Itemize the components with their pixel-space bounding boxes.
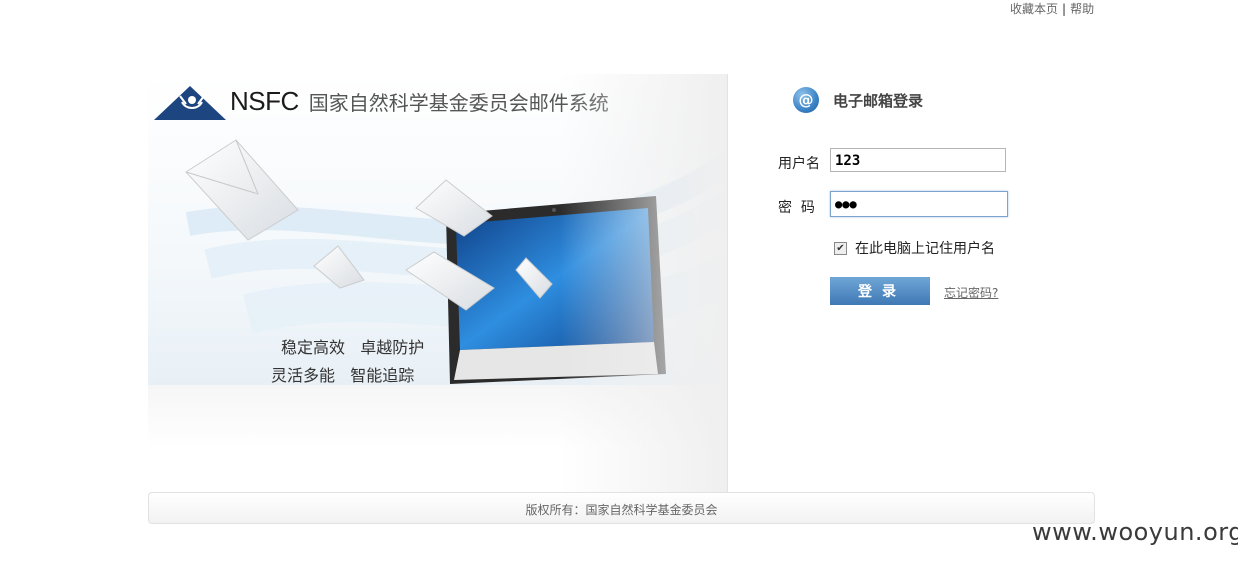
help-link[interactable]: 帮助 xyxy=(1070,2,1094,16)
nsfc-logo: NSFC 国家自然科学基金委员会邮件系统 xyxy=(154,82,609,120)
password-label: 密 码 xyxy=(778,200,815,216)
top-links: 收藏本页 | 帮助 xyxy=(1010,0,1094,17)
remember-row[interactable]: ✔ 在此电脑上记住用户名 xyxy=(834,238,995,258)
banner-fade xyxy=(560,74,728,492)
login-header: @ 电子邮箱登录 xyxy=(793,87,923,113)
nsfc-emblem-icon xyxy=(154,86,226,120)
vertical-divider xyxy=(727,74,728,492)
remember-label: 在此电脑上记住用户名 xyxy=(855,241,995,257)
footer: 版权所有：国家自然科学基金委员会 xyxy=(148,492,1095,524)
logo-text: NSFC xyxy=(230,85,299,116)
login-button[interactable]: 登录 xyxy=(830,277,930,305)
username-label: 用户名 xyxy=(778,156,820,172)
slogan-line-1: 稳定高效 卓越防护 xyxy=(281,338,425,357)
password-input[interactable]: ●●● xyxy=(830,191,1008,217)
remember-checkbox[interactable]: ✔ xyxy=(834,241,847,255)
email-at-icon: @ xyxy=(793,87,819,113)
forgot-password-link[interactable]: 忘记密码? xyxy=(944,284,998,301)
bookmark-link[interactable]: 收藏本页 xyxy=(1010,2,1058,16)
watermark-text: www.wooyun.org xyxy=(1032,518,1238,546)
copyright-text: 版权所有：国家自然科学基金委员会 xyxy=(525,503,718,517)
slogan-line-2: 灵活多能 智能追踪 xyxy=(271,366,415,385)
login-title: 电子邮箱登录 xyxy=(833,91,924,110)
username-input[interactable]: 123 xyxy=(830,148,1006,172)
top-links-separator: | xyxy=(1062,2,1067,16)
